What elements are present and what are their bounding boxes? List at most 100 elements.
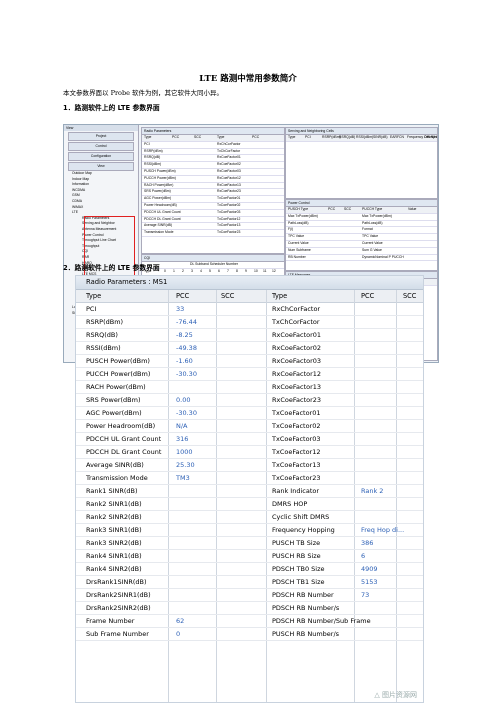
radio-parameter-row: Rank3 SINR1(dB) Frequency Hopping Freq Hop… xyxy=(76,524,423,537)
power-row: Num Subframe Sum G Value xyxy=(286,248,437,255)
radio-parameter-cell: RSRP(dBm) xyxy=(86,318,124,326)
cqi-number: 6 xyxy=(218,268,220,273)
cqi-number: 5 xyxy=(209,268,211,273)
radio-row: PCI RxChCorFactor xyxy=(142,142,284,149)
radio-row-type: SRS Power(dBm) xyxy=(144,189,171,194)
radio-parameter-cell: SRS Power(dBm) xyxy=(86,396,141,404)
radio-parameter-cell: N/A xyxy=(176,422,188,430)
power-row: Current Value Current Value xyxy=(286,241,437,248)
radio-parameters-pane: Radio Parameters Type PCC SCC Type PCC P… xyxy=(141,127,285,254)
radio-parameter-cell: PDCCH UL Grant Count xyxy=(86,435,162,443)
radio-header-row: Type PCC SCC Type PCC xyxy=(142,135,284,142)
power-row-label-2: Format xyxy=(362,227,373,232)
radio-parameter-cell: RxCoeFactor03 xyxy=(272,357,322,365)
serving-neighbor-pane: Serving and Neighboring Cells Type PCI RSR… xyxy=(285,127,438,199)
radio-parameter-cell: RxCoeFactor12 xyxy=(272,370,322,378)
radio-parameter-cell: DrsRank2SINR2(dB) xyxy=(86,604,151,612)
radio-parameter-cell: RACH Power(dBm) xyxy=(86,383,146,391)
radio-row-type-2: TxCoeFactor02 xyxy=(217,202,241,207)
radio-parameter-cell: PDSCH RB Number/Sub Frame xyxy=(272,617,371,625)
radio-parameter-rows: PCI RxChCorFactor RSRP(dBm) TxChCorFactor RS… xyxy=(142,142,284,237)
radio-parameter-cell: -8.25 xyxy=(176,331,193,339)
radio-parameter-row: SRS Power(dBm) 0.00 RxCoeFactor23 xyxy=(76,394,423,407)
cqi-number: 3 xyxy=(191,268,193,273)
power-row: F(i) Format xyxy=(286,227,437,235)
radio-parameter-row: RSRQ(dB) -8.25 RxCoeFactor01 xyxy=(76,329,423,342)
power-rows: Max TxPower(dBm) Max TxPower(dBm) PathLoss… xyxy=(286,214,437,262)
radio-parameter-cell: -49.38 xyxy=(176,344,197,352)
radio-row: RSRQ(dB) RxCoeFactor01 xyxy=(142,155,284,163)
radio-row-type: RSRP(dBm) xyxy=(144,148,163,153)
radio-parameter-cell: TM3 xyxy=(176,474,190,482)
radio-parameter-cell: TxCoeFactor23 xyxy=(272,474,321,482)
radio-row-type-2: RxCoeFactor03 xyxy=(217,168,241,173)
radio-parameter-cell: Rank3 SINR1(dB) xyxy=(86,526,142,534)
radio-parameter-cell: Transmission Mode xyxy=(86,474,148,482)
nav-button-view[interactable]: View xyxy=(68,162,134,171)
radio-parameter-cell: DrsRank2SINR1(dB) xyxy=(86,591,151,599)
radio-row-type: RACH Power(dBm) xyxy=(144,182,174,187)
radio-parameter-row: DrsRank1SINR(dB) PDSCH TB1 Size 5153 xyxy=(76,576,423,589)
header-scc-2: SCC xyxy=(403,292,417,300)
radio-row-type-2: RxCoeFactor02 xyxy=(217,162,241,167)
radio-row-type-2: TxChCorFactor xyxy=(217,148,241,153)
power-control-pane: Power Control PUSCH Type PCC SCC PUCCH Type… xyxy=(285,199,438,271)
radio-parameter-cell: 1000 xyxy=(176,448,193,456)
power-row-label-2: Sum G Value xyxy=(362,247,382,252)
radio-parameter-cell: Sub Frame Number xyxy=(86,630,149,638)
radio-parameter-row: Power Headroom(dB) N/A TxCoeFactor02 xyxy=(76,420,423,433)
cqi-number: 9 xyxy=(245,268,247,273)
radio-parameter-cell: 33 xyxy=(176,305,185,313)
radio-row-type: RSRQ(dB) xyxy=(144,155,161,160)
serving-header-cell: RSRP(dBm) xyxy=(322,135,341,139)
serving-header-cell: SINR(dB) xyxy=(373,135,388,139)
watermark: △ 图片资源网 xyxy=(374,691,417,699)
radio-parameter-cell: Average SINR(dB) xyxy=(86,461,144,469)
cqi-number: 7 xyxy=(227,268,229,273)
radio-row-type-2: TxCoeFactor23 xyxy=(217,230,241,235)
navigation-title: View xyxy=(64,125,138,131)
radio-parameter-cell: -30.30 xyxy=(176,370,197,378)
radio-parameter-cell: PDSCH RB Number xyxy=(272,591,334,599)
power-header-cell: SCC xyxy=(344,207,352,211)
radio-row: PDCCH UL Grant Count TxCoeFactor03 xyxy=(142,210,284,217)
nav-button-configuration[interactable]: Configuration xyxy=(68,152,134,161)
radio-parameter-row: Rank2 SINR1(dB) DMRS HOP xyxy=(76,498,423,511)
radio-row: RACH Power(dBm) RxCoeFactor13 xyxy=(142,183,284,190)
radio-parameter-cell: 386 xyxy=(361,539,374,547)
radio-parameter-cell: PDCCH DL Grant Count xyxy=(86,448,162,456)
radio-parameter-cell: RxCoeFactor01 xyxy=(272,331,322,339)
radio-row-type-2: RxCoeFactor13 xyxy=(217,182,241,187)
radio-row: Average SINR(dB) TxCoeFactor13 xyxy=(142,223,284,231)
nav-button-project[interactable]: Project xyxy=(68,132,134,141)
radio-parameter-row: Rank3 SINR2(dB) PUSCH TB Size 386 xyxy=(76,537,423,550)
cqi-subband-label: DL Subband Scheduler Number xyxy=(142,262,284,269)
power-row-label: TPC Value xyxy=(288,234,305,239)
radio-parameter-cell: 62 xyxy=(176,617,185,625)
radio-parameter-row: Average SINR(dB) 25.30 TxCoeFactor13 xyxy=(76,459,423,472)
radio-parameter-cell: DMRS HOP xyxy=(272,500,308,508)
power-row-label: RB Number xyxy=(288,254,306,259)
power-row-label: Num Subframe xyxy=(288,247,311,252)
radio-row-type: Average SINR(dB) xyxy=(144,223,173,228)
header-pcc-2: PCC xyxy=(361,292,375,300)
power-row-label-2: TPC Value xyxy=(362,234,379,239)
radio-parameter-row: PUSCH Power(dBm) -1.60 RxCoeFactor03 xyxy=(76,355,423,368)
radio-row-type: PDCCH UL Grant Count xyxy=(144,209,181,214)
radio-parameter-cell: Rank3 SINR2(dB) xyxy=(86,539,142,547)
radio-header-pcc: PCC xyxy=(172,135,180,139)
radio-parameter-row: PCI 33 RxChCorFactor xyxy=(76,303,423,316)
section-heading-1: 1．路测软件上的 LTE 参数界面 xyxy=(63,104,160,112)
power-row-label-2: PathLoss(dB) xyxy=(362,220,383,225)
radio-row-type: PUCCH Power(dBm) xyxy=(144,175,176,180)
serving-header-cell: RSRQ(dB) xyxy=(339,135,356,139)
radio-parameter-cell: PUCCH Power(dBm) xyxy=(86,370,151,378)
radio-parameter-cell: Cyclic Shift DMRS xyxy=(272,513,330,521)
radio-parameter-row: AGC Power(dBm) -30.30 TxCoeFactor01 xyxy=(76,407,423,420)
radio-parameter-cell: PDSCH RB Number/s xyxy=(272,604,340,612)
radio-row: PUSCH Power(dBm) RxCoeFactor03 xyxy=(142,169,284,176)
radio-parameter-cell: TxCoeFactor02 xyxy=(272,422,321,430)
radio-header-type-2: Type xyxy=(217,135,225,139)
power-row-label-2: DynamicNominal P PUCCH xyxy=(362,254,404,259)
nav-button-control[interactable]: Control xyxy=(68,142,134,151)
